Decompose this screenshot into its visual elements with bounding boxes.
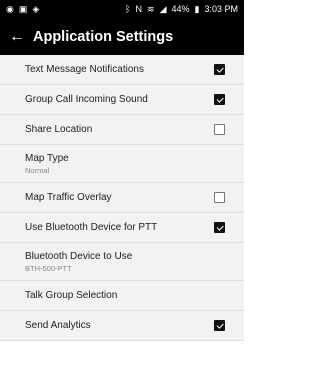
setting-send-analytics[interactable]: Send Analytics bbox=[0, 311, 244, 341]
setting-map-type[interactable]: Map Type Normal bbox=[0, 145, 244, 183]
checkbox-unchecked[interactable] bbox=[214, 124, 225, 135]
location-icon: ◈ bbox=[32, 4, 40, 14]
setting-share-location[interactable]: Share Location bbox=[0, 115, 244, 145]
setting-value: Normal bbox=[25, 165, 50, 175]
page-title: Application Settings bbox=[33, 28, 174, 45]
app-bar: ← Application Settings bbox=[0, 18, 244, 55]
gallery-icon: ▣ bbox=[18, 4, 28, 14]
settings-list: Text Message Notifications Group Call In… bbox=[0, 55, 244, 341]
setting-label: Map Type bbox=[25, 152, 69, 164]
notification-icon: ◉ bbox=[6, 4, 14, 14]
battery-percent: 44% bbox=[171, 4, 190, 14]
setting-label: Talk Group Selection bbox=[25, 290, 118, 301]
setting-label: Use Bluetooth Device for PTT bbox=[25, 222, 158, 233]
signal-icon: ◢ bbox=[159, 4, 167, 14]
setting-text: Map Type Normal bbox=[25, 153, 69, 175]
nfc-icon: N bbox=[135, 4, 143, 14]
setting-label: Send Analytics bbox=[25, 320, 91, 331]
setting-use-bluetooth-ptt[interactable]: Use Bluetooth Device for PTT bbox=[0, 213, 244, 243]
checkbox-checked[interactable] bbox=[214, 94, 225, 105]
setting-label: Group Call Incoming Sound bbox=[25, 94, 148, 105]
back-arrow-icon[interactable]: ← bbox=[9, 28, 31, 46]
wifi-icon: ≋ bbox=[147, 4, 155, 14]
setting-talk-group-selection[interactable]: Talk Group Selection bbox=[0, 281, 244, 311]
checkbox-unchecked[interactable] bbox=[214, 192, 225, 203]
setting-map-traffic-overlay[interactable]: Map Traffic Overlay bbox=[0, 183, 244, 213]
setting-label: Text Message Notifications bbox=[25, 64, 144, 75]
bluetooth-icon: ᛒ bbox=[125, 4, 131, 14]
setting-label: Bluetooth Device to Use bbox=[25, 250, 133, 262]
checkbox-checked[interactable] bbox=[214, 222, 225, 233]
checkbox-checked[interactable] bbox=[214, 320, 225, 331]
setting-text-message-notifications[interactable]: Text Message Notifications bbox=[0, 55, 244, 85]
status-right: ᛒ N ≋ ◢ 44% ▮ 3:03 PM bbox=[125, 4, 238, 14]
battery-icon: ▮ bbox=[194, 4, 200, 14]
status-bar: ◉ ▣ ◈ ᛒ N ≋ ◢ 44% ▮ 3:03 PM bbox=[0, 0, 244, 18]
checkbox-checked[interactable] bbox=[214, 64, 225, 75]
setting-bluetooth-device[interactable]: Bluetooth Device to Use BTH-500-PTT bbox=[0, 243, 244, 281]
setting-value: BTH-500-PTT bbox=[25, 263, 72, 273]
status-left: ◉ ▣ ◈ bbox=[6, 4, 39, 14]
setting-group-call-incoming-sound[interactable]: Group Call Incoming Sound bbox=[0, 85, 244, 115]
setting-text: Bluetooth Device to Use BTH-500-PTT bbox=[25, 251, 132, 273]
setting-label: Map Traffic Overlay bbox=[25, 192, 112, 203]
setting-label: Share Location bbox=[25, 124, 93, 135]
status-time: 3:03 PM bbox=[204, 4, 238, 14]
